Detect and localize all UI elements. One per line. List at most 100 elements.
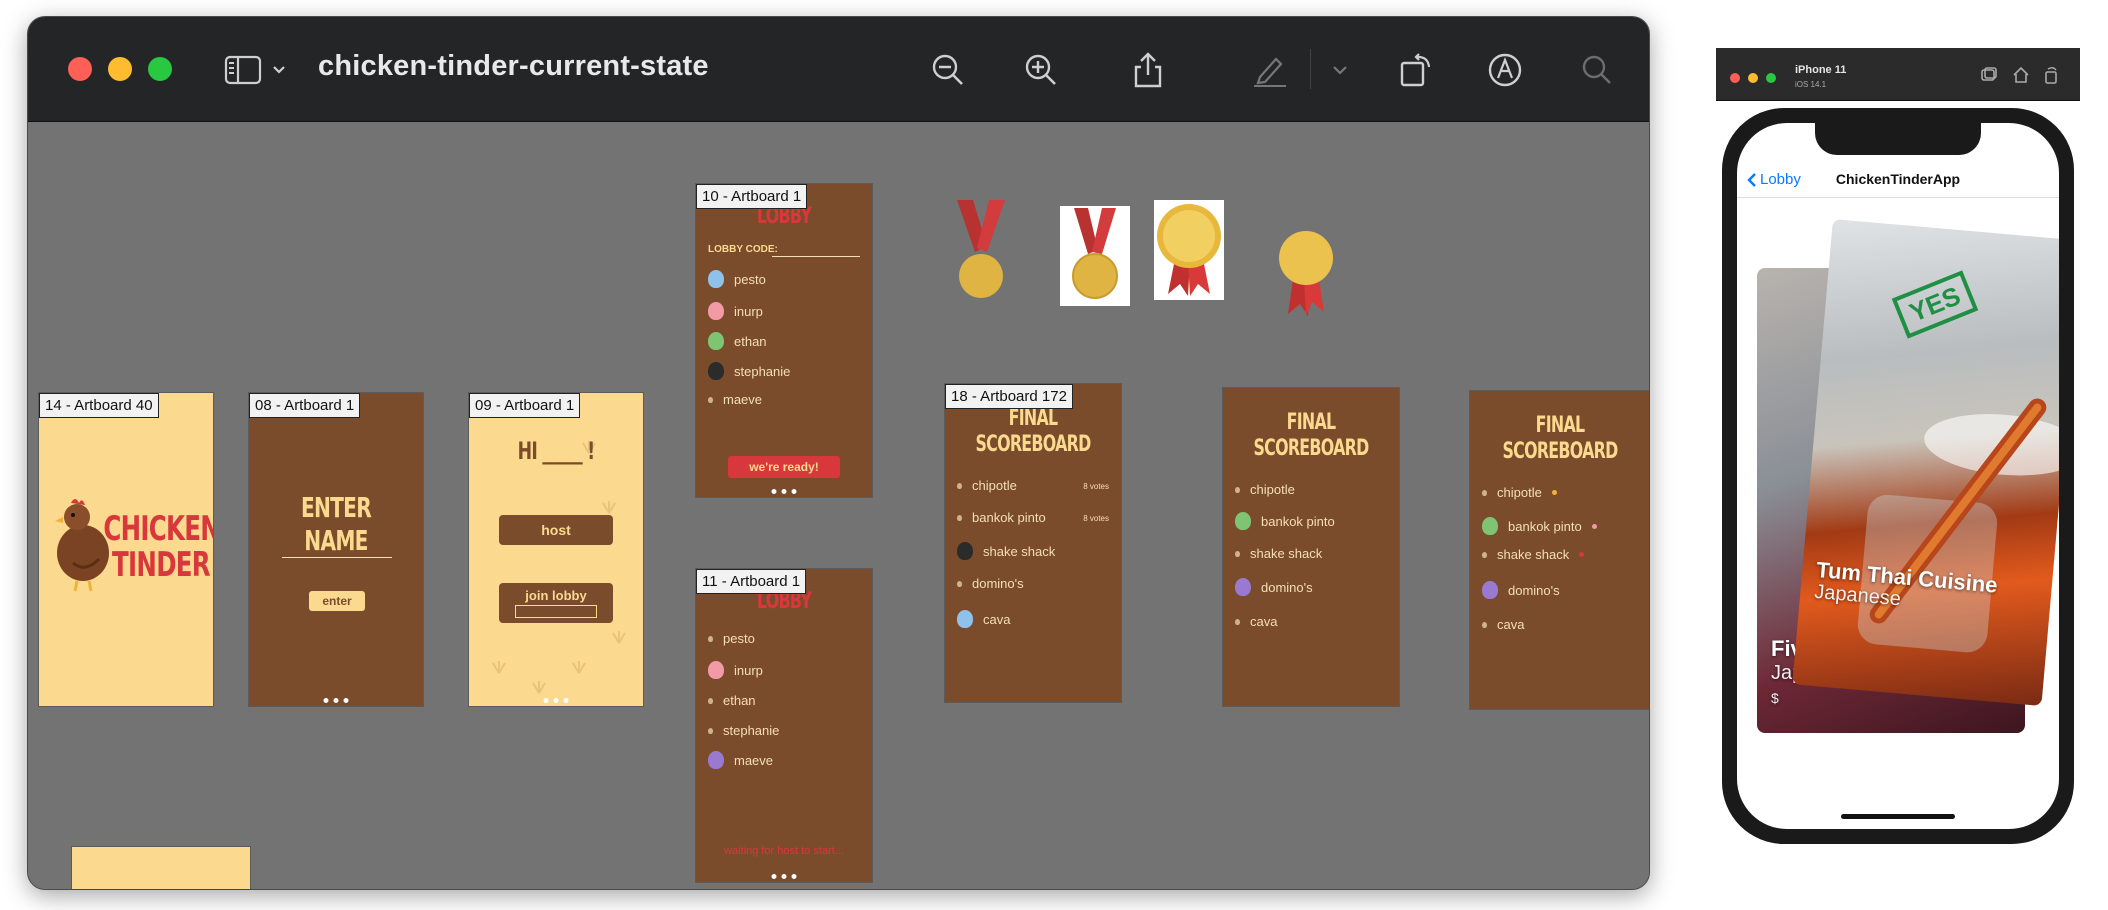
back-button-label: Lobby xyxy=(1760,171,1801,188)
chicken-icon xyxy=(957,514,962,521)
page-dots xyxy=(771,874,797,879)
minimize-window-button[interactable] xyxy=(108,57,132,81)
player-row: pesto xyxy=(708,631,755,646)
chicken-icon xyxy=(1235,618,1240,625)
green-chicken-icon xyxy=(1235,512,1251,530)
artboard-logo[interactable]: 14 - Artboard 40 CHICKEN TINDER xyxy=(38,392,214,707)
player-row: ethan xyxy=(708,332,767,350)
chicken-icon xyxy=(708,697,713,704)
artboard-label: 10 - Artboard 1 xyxy=(696,184,808,209)
highlight-button[interactable] xyxy=(1250,50,1290,90)
artboard-scoreboard[interactable]: 18 - Artboard 172 FINAL SCOREBOARD chipo… xyxy=(944,383,1122,703)
scoreboard-heading: FINAL SCOREBOARD xyxy=(1248,410,1375,462)
iphone-frame: ChickenTinderApp Lobby Five Japanese $ xyxy=(1722,108,2074,844)
restaurant-name: chipotle xyxy=(1250,482,1295,497)
lobby-code-underline xyxy=(772,256,860,257)
zoom-out-icon xyxy=(932,54,963,85)
blue-chicken-icon xyxy=(708,270,724,288)
simulator-os-version: iOS 14.1 xyxy=(1795,80,1827,89)
home-indicator[interactable] xyxy=(1841,814,1955,819)
window-titlebar: chicken-tinder-current-state xyxy=(28,17,1649,122)
player-row: stephanie xyxy=(708,723,779,738)
lobby-code-input[interactable] xyxy=(515,605,597,618)
scoreboard-heading-line-1: FINAL xyxy=(1535,413,1585,438)
purple-chicken-icon xyxy=(1235,578,1251,596)
score-row: shake shack xyxy=(957,542,1055,560)
artboard-label: 08 - Artboard 1 xyxy=(249,393,361,418)
zoom-in-button[interactable] xyxy=(1021,50,1061,90)
join-lobby-button[interactable]: join lobby xyxy=(499,583,613,623)
artboard-lobby-guest[interactable]: 11 - Artboard 1 LOBBY pesto inurp ethan … xyxy=(695,568,873,883)
host-button[interactable]: host xyxy=(499,515,613,545)
medal-image xyxy=(1060,206,1130,306)
chicken-icon xyxy=(708,396,713,403)
blue-chicken-icon xyxy=(957,610,973,628)
ios-simulator-window: iPhone 11 iOS 14.1 ChickenTinderApp Lobb… xyxy=(1716,48,2080,863)
enter-button[interactable]: enter xyxy=(309,591,365,611)
markup-button[interactable] xyxy=(1485,50,1525,90)
artboard-host-or-join[interactable]: 09 - Artboard 1 HI _____ ! host join lob… xyxy=(468,392,644,707)
medal-icon xyxy=(957,200,1005,298)
page-dots xyxy=(323,698,349,703)
logo-line-2: TINDER xyxy=(112,545,211,585)
player-name: pesto xyxy=(723,631,755,646)
back-button[interactable]: Lobby xyxy=(1747,171,1801,188)
waiting-text: waiting for host to start... xyxy=(724,845,844,857)
score-row: bankok pinto xyxy=(1235,512,1335,530)
sidebar-toggle-icon xyxy=(224,55,285,85)
close-window-button[interactable] xyxy=(68,57,92,81)
ready-button[interactable]: we're ready! xyxy=(728,456,840,478)
restaurant-name: bankok pinto xyxy=(1261,513,1335,529)
scoreboard-heading-line-2: SCOREBOARD xyxy=(1502,439,1618,464)
artboard-partial[interactable] xyxy=(71,846,251,889)
zoom-window-button[interactable] xyxy=(1766,73,1776,83)
restaurant-name: chipotle xyxy=(1497,485,1542,500)
logo-line-1: CHICKEN xyxy=(103,509,214,549)
iphone-notch xyxy=(1815,123,1981,155)
ribbon-medal-icon xyxy=(1279,231,1333,316)
restaurant-name: domino's xyxy=(1508,582,1560,598)
highlight-menu-button[interactable] xyxy=(1320,50,1360,90)
minimize-window-button[interactable] xyxy=(1748,73,1758,83)
artboard-enter-name[interactable]: 08 - Artboard 1 ENTER NAME enter xyxy=(248,392,424,707)
close-window-button[interactable] xyxy=(1730,73,1740,83)
score-row: cava xyxy=(1482,617,1524,632)
restaurant-name: bankok pinto xyxy=(972,510,1046,525)
artboard-scoreboard-variant[interactable]: FINAL SCOREBOARD chipotle bankok pinto s… xyxy=(1222,387,1400,707)
restaurant-name: bankok pinto xyxy=(1508,518,1582,534)
artboard-lobby-host[interactable]: 10 - Artboard 1 LOBBY LOBBY CODE: pesto … xyxy=(695,183,873,498)
share-button[interactable] xyxy=(1128,50,1168,90)
search-button[interactable] xyxy=(1577,50,1617,90)
green-chicken-icon xyxy=(1482,517,1498,535)
simulator-titlebar: iPhone 11 iOS 14.1 xyxy=(1716,48,2080,101)
scoreboard-heading-line-2: SCOREBOARD xyxy=(975,432,1091,457)
restaurant-name: shake shack xyxy=(983,543,1056,559)
zoom-window-button[interactable] xyxy=(148,57,172,81)
chicken-icon xyxy=(708,727,713,734)
name-input-underline[interactable] xyxy=(282,557,392,558)
sidebar-toggle-button[interactable] xyxy=(224,50,294,90)
logo-wordmark: CHICKEN TINDER xyxy=(103,509,214,585)
restaurant-name: cava xyxy=(1250,614,1278,629)
nav-divider xyxy=(1737,197,2059,198)
artboard-label: 14 - Artboard 40 xyxy=(39,393,159,418)
document-canvas[interactable]: 14 - Artboard 40 CHICKEN TINDER 08 - Art… xyxy=(28,122,1649,889)
lobby-code-label: LOBBY CODE: xyxy=(708,244,778,255)
rotate-button[interactable] xyxy=(1396,50,1436,90)
join-lobby-label: join lobby xyxy=(525,588,587,603)
vote-dot xyxy=(1579,552,1585,557)
markup-icon xyxy=(1488,53,1522,87)
score-row: shake shack xyxy=(1235,546,1322,561)
vote-count: 8 votes xyxy=(1083,482,1109,491)
restaurant-name: domino's xyxy=(1261,579,1313,595)
medal-icon xyxy=(1072,208,1118,299)
chicken-icon xyxy=(708,635,713,642)
home-icon[interactable] xyxy=(2012,66,2030,84)
screenshot-icon[interactable] xyxy=(1980,66,1998,84)
artboard-scoreboard-variant[interactable]: FINAL SCOREBOARD chipotle bankok pinto s… xyxy=(1469,390,1649,710)
chevron-down-icon xyxy=(273,66,285,74)
zoom-out-button[interactable] xyxy=(928,50,968,90)
pink-chicken-icon xyxy=(708,661,724,679)
restaurant-name: shake shack xyxy=(1497,547,1570,562)
rotate-device-icon[interactable] xyxy=(2042,66,2060,84)
